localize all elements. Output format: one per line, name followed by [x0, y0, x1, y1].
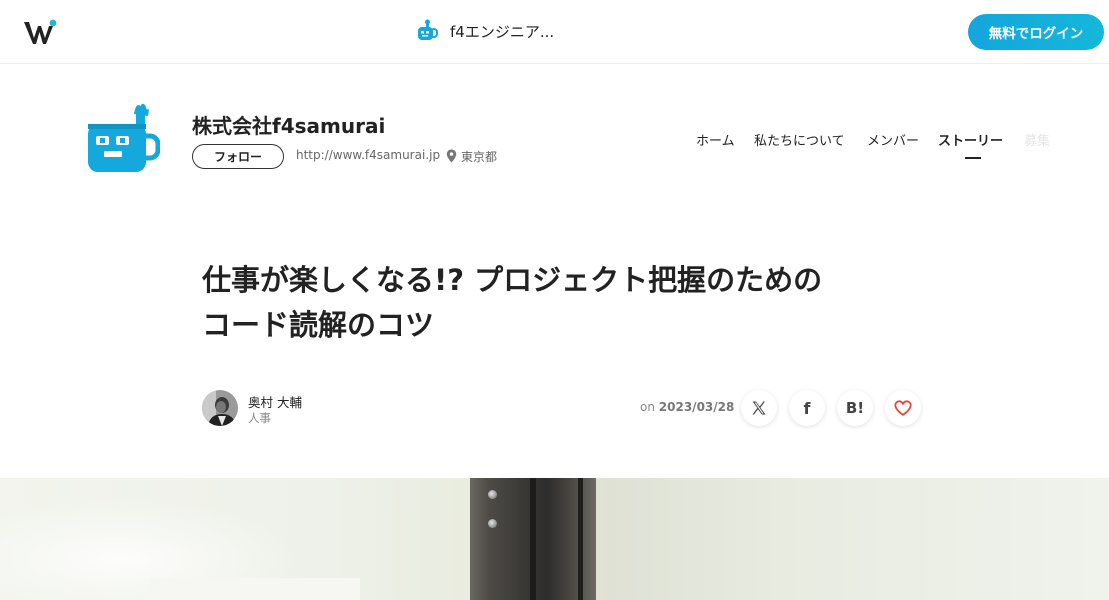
company-mini-logo-icon — [418, 19, 438, 40]
follow-button[interactable]: フォロー — [192, 144, 284, 169]
nav-stories[interactable]: ストーリー — [938, 130, 1003, 149]
nav-about[interactable]: 私たちについて — [754, 130, 845, 149]
like-button[interactable] — [885, 390, 921, 426]
top-bar: f4エンジニア... 無料でログイン — [0, 0, 1109, 64]
share-x-button[interactable] — [741, 390, 777, 426]
share-hatena-button[interactable]: B! — [837, 390, 873, 426]
wantedly-w-logo-icon[interactable] — [22, 18, 58, 46]
author-avatar[interactable] — [202, 390, 238, 426]
share-facebook-button[interactable]: f — [789, 390, 825, 426]
company-location: 東京都 — [461, 150, 498, 164]
author-name[interactable]: 奥村 大輔 — [248, 392, 302, 411]
date-value: 2023/03/28 — [658, 400, 735, 414]
nav-home[interactable]: ホーム — [696, 130, 735, 149]
date-prefix: on — [640, 400, 655, 414]
company-website-link[interactable]: http://www.f4samurai.jp — [296, 148, 440, 162]
free-login-button[interactable]: 無料でログイン — [968, 14, 1104, 50]
map-pin-icon — [446, 149, 457, 163]
nav-jobs[interactable]: 募集 — [1024, 130, 1050, 149]
article-title-line-1: 仕事が楽しくなる!? プロジェクト把握のための — [202, 263, 823, 297]
article-title: 仕事が楽しくなる!? プロジェクト把握のための コード読解のコツ — [202, 258, 922, 348]
heart-icon — [894, 400, 912, 416]
facebook-icon: f — [803, 398, 811, 418]
company-short-title[interactable]: f4エンジニア... — [450, 21, 554, 42]
nav-active-indicator — [965, 157, 981, 159]
x-twitter-icon — [752, 401, 766, 415]
article-hero-image — [0, 478, 1109, 600]
author-role: 人事 — [248, 411, 271, 425]
company-name[interactable]: 株式会社f4samurai — [192, 110, 385, 139]
publish-date: on 2023/03/28 — [640, 400, 734, 414]
article-title-line-2: コード読解のコツ — [202, 308, 435, 342]
hatena-bookmark-icon: B! — [845, 399, 865, 417]
nav-members[interactable]: メンバー — [867, 130, 919, 149]
company-logo[interactable] — [86, 100, 160, 176]
